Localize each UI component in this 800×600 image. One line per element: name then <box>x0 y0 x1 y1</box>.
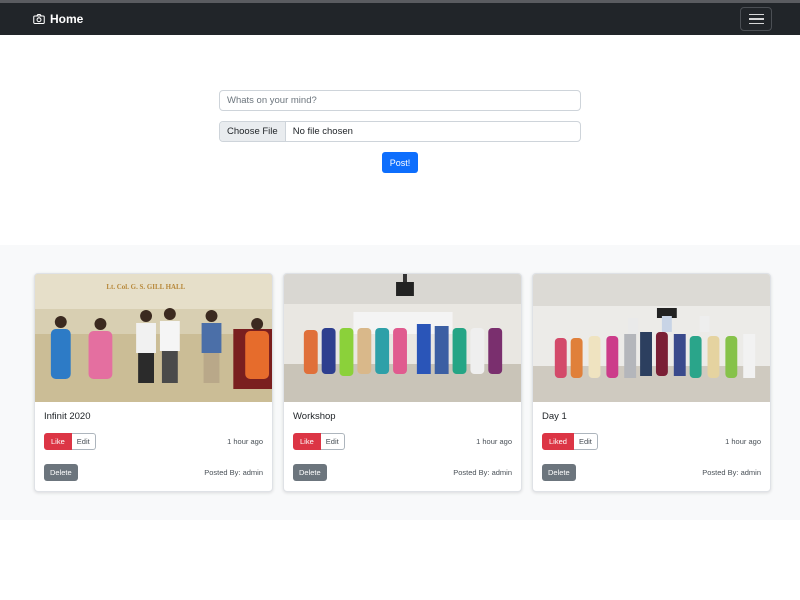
post-footer: Delete Posted By: admin <box>44 464 263 481</box>
post-title: Infinit 2020 <box>44 411 91 422</box>
post-photo: Lt. Col. G. S. GILL HALL <box>35 274 272 402</box>
post-card: Day 1 Liked Edit 1 hour ago Delete Poste… <box>532 273 771 492</box>
edit-button[interactable]: Edit <box>320 433 345 450</box>
edit-button[interactable]: Edit <box>573 433 598 450</box>
brand-label: Home <box>50 12 84 26</box>
navbar-toggler-button[interactable] <box>740 7 772 31</box>
post-footer: Delete Posted By: admin <box>293 464 512 481</box>
card-body: Workshop Like Edit 1 hour ago Delete Pos… <box>284 402 521 481</box>
navbar: Home <box>0 3 800 35</box>
posts-feed: Lt. Col. G. S. GILL HALL Infinit 2020 Li… <box>0 245 800 520</box>
post-time: 1 hour ago <box>227 437 263 446</box>
like-edit-group: Like Edit <box>44 433 96 450</box>
like-button[interactable]: Like <box>44 433 72 450</box>
file-input[interactable]: Choose File No file chosen <box>219 121 581 142</box>
post-actions: Liked Edit 1 hour ago <box>542 433 761 450</box>
posted-by: Posted By: admin <box>453 468 512 477</box>
post-card: Workshop Like Edit 1 hour ago Delete Pos… <box>283 273 522 492</box>
post-card: Lt. Col. G. S. GILL HALL Infinit 2020 Li… <box>34 273 273 492</box>
camera-icon <box>33 13 45 25</box>
post-title: Day 1 <box>542 411 567 422</box>
posted-by: Posted By: admin <box>204 468 263 477</box>
delete-button[interactable]: Delete <box>542 464 576 481</box>
hamburger-icon <box>748 13 764 16</box>
post-footer: Delete Posted By: admin <box>542 464 761 481</box>
post-time: 1 hour ago <box>725 437 761 446</box>
hall-banner-text: Lt. Col. G. S. GILL HALL <box>106 283 185 291</box>
post-text-input[interactable] <box>219 90 581 111</box>
file-status: No file chosen <box>292 126 353 137</box>
post-button[interactable]: Post! <box>381 152 419 173</box>
card-body: Day 1 Liked Edit 1 hour ago Delete Poste… <box>533 402 770 481</box>
choose-file-button[interactable]: Choose File <box>220 122 286 141</box>
posted-by: Posted By: admin <box>702 468 761 477</box>
like-edit-group: Like Edit <box>293 433 345 450</box>
liked-button[interactable]: Liked <box>542 433 574 450</box>
home-link[interactable]: Home <box>33 12 83 26</box>
post-actions: Like Edit 1 hour ago <box>293 433 512 450</box>
post-actions: Like Edit 1 hour ago <box>44 433 263 450</box>
delete-button[interactable]: Delete <box>44 464 78 481</box>
like-edit-group: Liked Edit <box>542 433 598 450</box>
post-photo <box>284 274 521 402</box>
edit-button[interactable]: Edit <box>71 433 96 450</box>
post-time: 1 hour ago <box>476 437 512 446</box>
delete-button[interactable]: Delete <box>293 464 327 481</box>
like-button[interactable]: Like <box>293 433 321 450</box>
card-body: Infinit 2020 Like Edit 1 hour ago Delete… <box>35 402 272 481</box>
compose-form: Choose File No file chosen Post! <box>0 35 800 245</box>
post-title: Workshop <box>293 411 336 422</box>
post-photo <box>533 274 770 402</box>
